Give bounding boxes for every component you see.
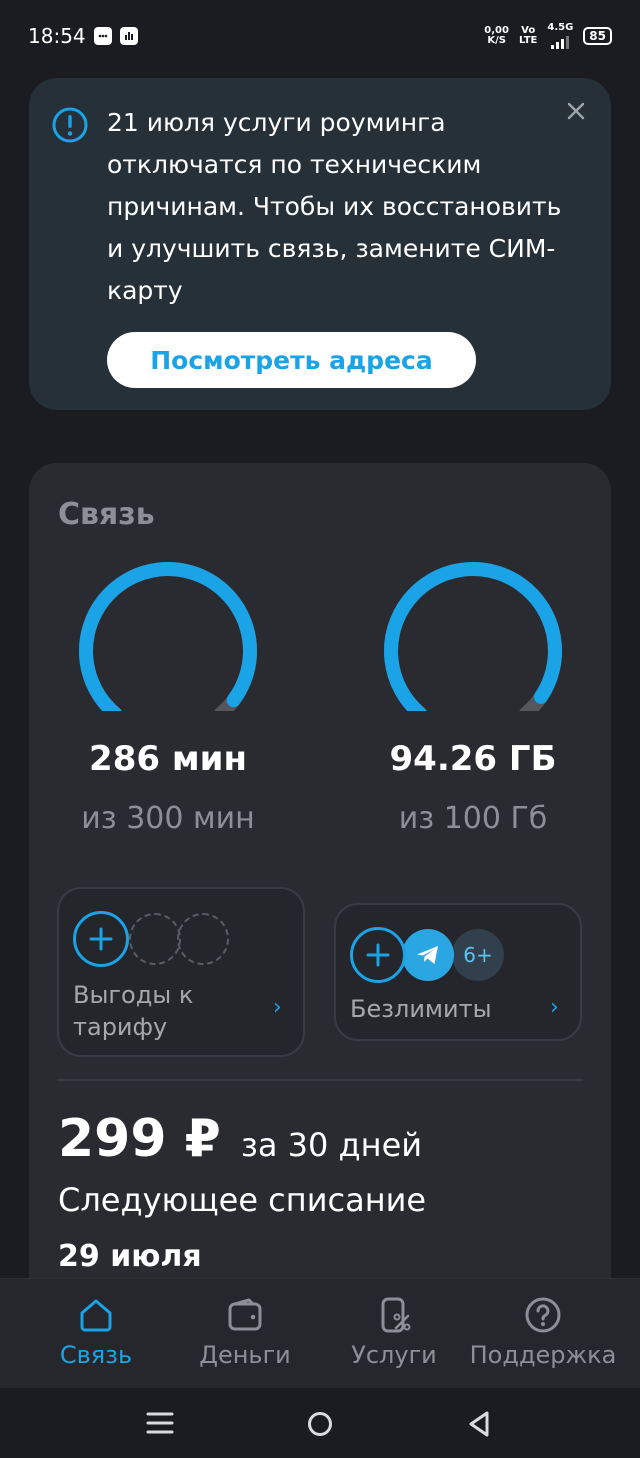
nav-support[interactable]: Поддержка	[463, 1279, 623, 1389]
more-count: 6+	[463, 943, 493, 967]
add-unlimited-button[interactable]	[350, 927, 406, 983]
price-amount: 299 ₽	[58, 1109, 221, 1169]
menu-icon[interactable]	[146, 1410, 174, 1436]
info-circle-icon	[52, 107, 88, 143]
chat-notification-icon	[93, 27, 112, 45]
wallet-icon	[228, 1298, 262, 1331]
plus-icon	[89, 927, 113, 951]
chevron-right-icon: ›	[273, 995, 282, 1020]
price-period: за 30 дней	[240, 1126, 423, 1164]
unlimited-label: Безлимиты	[350, 995, 492, 1023]
data-total: из 100 Гб	[398, 801, 548, 836]
chevron-right-icon: ›	[550, 995, 559, 1020]
minutes-total: из 300 мин	[81, 801, 255, 836]
minutes-gauge-fill	[79, 562, 257, 711]
next-charge-label: Следующее списание	[58, 1181, 427, 1219]
battery-level: 85	[589, 29, 606, 43]
volte-indicator: Vo LTE	[519, 26, 537, 46]
nav-services-label: Услуги	[351, 1341, 437, 1369]
cell-signal: 4.5G	[547, 23, 573, 49]
data-gauge[interactable]	[378, 561, 568, 711]
connection-card: Связь 286 мин из 300 мин 94.26 ГБ из 100…	[29, 463, 611, 1363]
status-bar: 18:54 0,00 K/S Vo LTE 4.5G 85	[0, 0, 640, 72]
nav-connection-label: Связь	[59, 1341, 133, 1369]
status-indicators: 0,00 K/S Vo LTE 4.5G 85	[484, 23, 612, 49]
tariff-price: 299 ₽ за 30 дней	[58, 1109, 422, 1169]
help-circle-icon	[525, 1297, 561, 1333]
network-type: 4.5G	[547, 22, 574, 33]
next-charge-date: 29 июля	[58, 1239, 202, 1274]
telegram-icon	[402, 929, 454, 981]
back-icon[interactable]	[466, 1410, 492, 1438]
nav-money[interactable]: Деньги	[165, 1279, 325, 1389]
system-navigation-bar	[0, 1388, 640, 1458]
nav-support-label: Поддержка	[469, 1341, 617, 1369]
home-icon	[80, 1299, 112, 1332]
data-value: 94.26 ГБ	[389, 739, 557, 779]
signal-bars-icon	[551, 33, 570, 49]
network-speed-unit: K/S	[487, 35, 506, 46]
benefit-slot-1	[129, 913, 181, 965]
nav-services[interactable]: Услуги	[314, 1279, 474, 1389]
benefit-slot-2	[177, 913, 229, 965]
divider	[57, 1079, 583, 1081]
data-gauge-fill	[384, 562, 562, 711]
services-percent-icon	[381, 1297, 411, 1333]
home-button-icon[interactable]	[306, 1410, 334, 1438]
minutes-value: 286 мин	[89, 739, 247, 779]
card-title: Связь	[58, 497, 155, 532]
nav-money-label: Деньги	[199, 1341, 291, 1369]
benefits-tile[interactable]: Выгоды к тарифу ›	[57, 887, 305, 1057]
network-speed: 0,00 K/S	[484, 26, 509, 46]
minutes-gauge[interactable]	[73, 561, 263, 711]
app-notification-icon	[119, 27, 138, 45]
roaming-notice: 21 июля услуги роуминга отключатся по те…	[29, 78, 611, 410]
unlimited-tile[interactable]: 6+ Безлимиты ›	[334, 903, 582, 1041]
nav-connection[interactable]: Связь	[16, 1279, 176, 1389]
status-time: 18:54	[28, 24, 86, 48]
benefits-label: Выгоды к тарифу	[73, 981, 194, 1041]
add-benefit-button[interactable]	[73, 911, 129, 967]
more-unlimited-badge: 6+	[452, 929, 504, 981]
plus-icon	[366, 943, 390, 967]
bottom-navigation: Связь Деньги Услуги Поддержка	[0, 1278, 640, 1388]
view-addresses-button[interactable]: Посмотреть адреса	[107, 332, 476, 388]
battery-icon: 85	[583, 27, 612, 45]
volte-bottom: LTE	[518, 35, 538, 46]
notice-text: 21 июля услуги роуминга отключатся по те…	[107, 108, 562, 305]
